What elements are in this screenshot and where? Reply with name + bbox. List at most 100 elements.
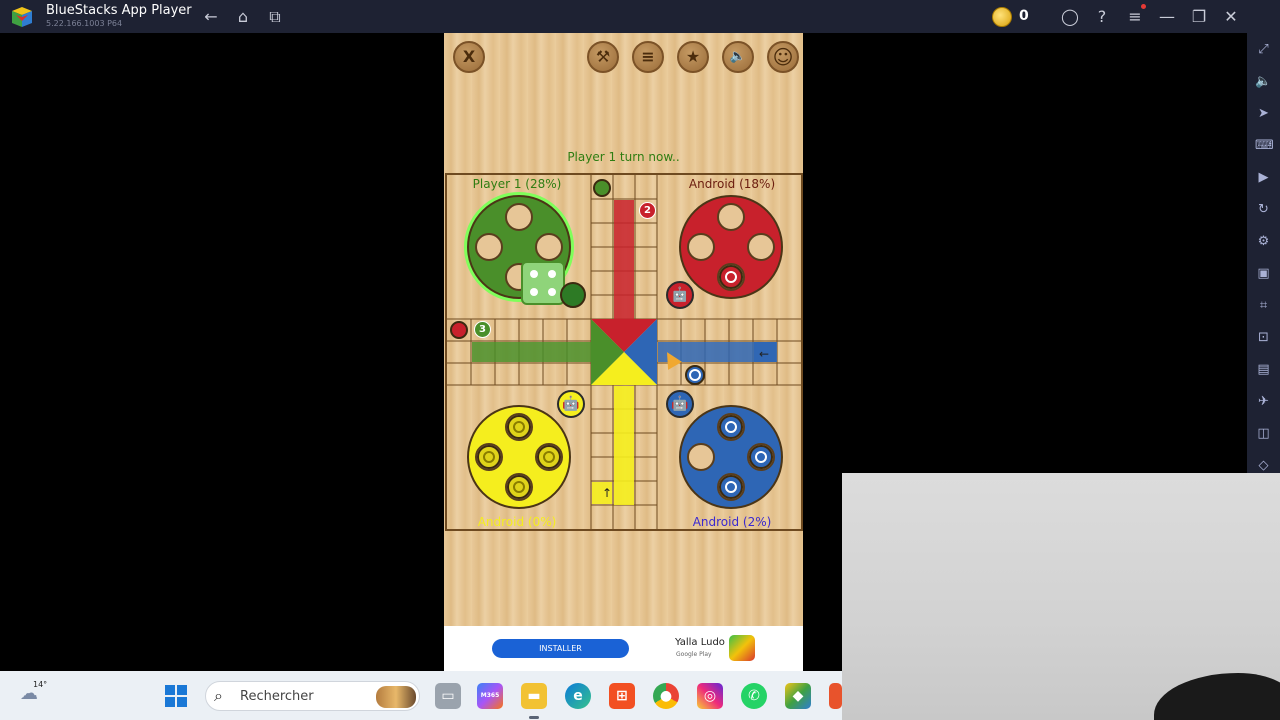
windows-start-icon[interactable] [164,684,188,708]
fullscreen-icon[interactable]: ⤢ [1255,41,1272,58]
red-slot [717,203,745,231]
red-slot [687,233,715,261]
ad-banner[interactable]: INSTALLER Yalla Ludo Google Play [444,626,803,671]
close-icon[interactable]: ✕ [1220,6,1242,28]
green-token[interactable] [560,282,586,308]
resize-icon[interactable]: ⊡ [1255,329,1272,346]
token-ring [689,369,701,381]
bluestacks-logo [12,7,32,27]
volume-icon[interactable]: 🔈 [1255,73,1272,90]
yellow-token[interactable] [507,415,531,439]
store-icon[interactable]: ⊞ [609,683,635,709]
app-icon-partial[interactable] [829,683,842,709]
back-icon[interactable]: ← [200,6,222,28]
red-home [679,195,783,299]
exit-button[interactable]: X [453,41,485,73]
airplane-icon[interactable]: ✈ [1255,393,1272,410]
green-slot [535,233,563,261]
blue-token[interactable] [685,365,705,385]
task-view-icon[interactable]: ▭ [435,683,461,709]
ludo-board: ↑ ← Player 1 (28%) Android (18%) 🤖 🤖 And… [445,173,803,531]
green-token[interactable] [593,179,611,197]
yellow-home [467,405,571,509]
weather-temperature: 14° [33,680,48,689]
yellow-slot [475,443,503,471]
multi-instance-icon[interactable]: ⧉ [264,6,286,28]
window-title: BlueStacks App Player [46,3,192,18]
whatsapp-icon[interactable]: ✆ [741,683,767,709]
token-ring [513,421,525,433]
search-placeholder: Rechercher [240,689,314,704]
record-icon[interactable]: ▶ [1255,169,1272,186]
token-ring [755,451,767,463]
ad-install-button[interactable]: INSTALLER [492,639,629,658]
dice[interactable] [521,261,565,305]
keyboard-icon[interactable]: ⌨ [1255,137,1274,154]
token-ring [483,451,495,463]
blue-token[interactable] [749,445,773,469]
title-bar: BlueStacks App Player 5.22.166.1003 P64 … [0,0,1280,33]
search-icon: ⌕ [214,686,223,705]
token-ring [543,451,555,463]
blue-slot [717,413,745,441]
red-stack-token[interactable]: 2 [639,202,656,219]
svg-text:←: ← [759,347,769,361]
restore-icon[interactable]: ❐ [1188,6,1210,28]
chrome-icon[interactable]: ● [653,683,679,709]
webcam-silhouette [1154,673,1280,720]
coin-icon[interactable] [992,7,1012,27]
apk-icon[interactable]: ▣ [1255,265,1272,282]
token-ring [725,421,737,433]
webcam-overlay [842,473,1280,720]
controls-icon[interactable]: ⚙ [1255,233,1272,250]
red-token[interactable] [450,321,468,339]
red-slot [717,263,745,291]
emoji-button[interactable]: ☺ [767,41,799,73]
hammer-button[interactable]: ⚒ [587,41,619,73]
green-slot [475,233,503,261]
screenshot-icon[interactable]: ⌗ [1255,297,1272,314]
red-token[interactable] [719,265,743,289]
minimize-icon[interactable]: — [1156,6,1178,28]
instagram-icon[interactable]: ◎ [697,683,723,709]
svg-text:↑: ↑ [602,486,612,500]
rotate-icon[interactable]: ↻ [1255,201,1272,218]
help-icon[interactable]: ? [1091,6,1113,28]
yellow-android-icon: 🤖 [557,390,585,418]
home-icon[interactable]: ⌂ [232,6,254,28]
blue-home [679,405,783,509]
blue-android-icon: 🤖 [666,390,694,418]
yellow-token[interactable] [507,475,531,499]
cursor-icon[interactable]: ➤ [1255,105,1272,122]
sound-button[interactable]: 🔈 [722,41,754,73]
rate-star-button[interactable]: ★ [677,41,709,73]
eraser-icon[interactable]: ◇ [1255,457,1272,474]
menu-icon[interactable]: ≡ [1124,6,1146,28]
version-label: 5.22.166.1003 P64 [46,19,123,28]
yellow-token[interactable] [477,445,501,469]
taskbar-search[interactable]: ⌕ Rechercher [205,681,420,711]
media-icon[interactable]: ▤ [1255,361,1272,378]
red-slot [747,233,775,261]
m365-icon[interactable]: M365 [477,683,503,709]
red-android-icon: 🤖 [666,281,694,309]
blue-slot [747,443,775,471]
token-ring [725,271,737,283]
multi-window-icon[interactable]: ◫ [1255,425,1272,442]
green-stack-token[interactable]: 3 [474,321,491,338]
yellow-slot [535,443,563,471]
blue-slot [687,443,715,471]
yellow-slot [505,413,533,441]
dice-face [530,270,556,296]
account-icon[interactable]: ◯ [1059,6,1081,28]
blue-token[interactable] [719,415,743,439]
leaderboard-button[interactable]: ≡ [632,41,664,73]
bluestacks-taskbar-icon[interactable]: ◆ [785,683,811,709]
yellow-token[interactable] [537,445,561,469]
desktop: { "window": { "title": "BlueStacks App P… [0,0,1280,720]
right-sidebar: ⤢ 🔈 ➤ ⌨ ▶ ↻ ⚙ ▣ ⌗ ⊡ ▤ ✈ ◫ ◇ [1247,33,1280,473]
file-explorer-icon[interactable]: ▬ [521,683,547,709]
blue-token[interactable] [719,475,743,499]
ad-app-icon[interactable] [729,635,755,661]
edge-icon[interactable]: e [565,683,591,709]
